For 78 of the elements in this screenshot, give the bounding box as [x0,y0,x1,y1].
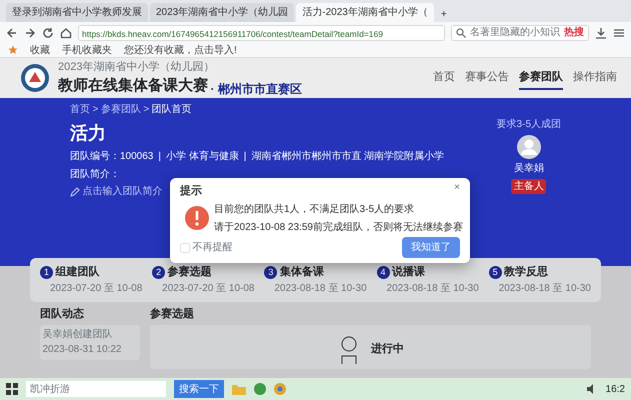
browser-tab[interactable]: 活力-2023年湖南省中小学（ [296,3,434,22]
remind-checkbox[interactable] [180,242,190,252]
activity-text: 吴幸娟创建团队 [42,328,114,342]
meta-separator: | [158,150,161,164]
team-meta: 湖南省郴州市郴州市市直 湖南学院附属小学 [251,150,444,164]
checkbox-label: 不再提醒 [192,241,232,255]
region-label: · 郴州市市直赛区 [210,80,302,98]
status-text: 进行中 [371,342,404,357]
requirement-text: 要求3-5人成团 [496,118,561,132]
menu-icon[interactable] [613,26,625,38]
taskbar-search-field[interactable]: 凯冲折游 [26,381,166,397]
breadcrumb-separator: > [143,103,150,117]
meta-separator: | [244,150,246,164]
nav-link[interactable]: 操作指南 [573,66,617,90]
nav-link[interactable]: 首页 [433,66,455,90]
taskbar-search-button[interactable]: 搜索一下 [174,380,224,398]
intro-input-link[interactable]: 点击输入团队简介 [82,184,162,199]
search-field[interactable]: 名著里隐藏的小知识 热搜 [451,24,589,40]
edit-icon [70,186,80,196]
back-icon[interactable] [6,26,18,38]
search-placeholder: 名著里隐藏的小知识 [470,26,560,40]
start-icon[interactable] [6,383,18,395]
browser-tab[interactable]: 2023年湖南省中小学（幼儿园 [150,3,294,22]
section-title: 参赛选题 [150,306,195,322]
step-dates: 2023-08-18 至 10-30 [386,282,479,296]
breadcrumb-current: 团队首页 [152,103,192,117]
team-meta: 团队编号：100063 [70,150,154,164]
step-label: 集体备课 [280,264,324,280]
search-icon [456,28,466,38]
dialog-message: 目前您的团队共1人，不满足团队3-5人的要求 [214,202,416,217]
step-number: 3 [264,266,278,279]
star-icon [8,45,18,55]
site-subtitle: 2023年湖南省中小学（幼儿园） [58,60,216,74]
reload-icon[interactable] [42,26,54,38]
browser-tab[interactable]: 登录到湖南省中小学教师发展 [6,3,148,22]
nav-link[interactable]: 参赛团队 [519,66,563,90]
intro-label: 团队简介： [70,168,120,182]
team-meta: 小学 体育与健康 [166,150,239,164]
step-label: 教学反思 [504,264,548,280]
site-title: 教师在线集体备课大赛 [58,76,208,96]
step-dates: 2023-07-20 至 10-08 [49,282,142,296]
taskbar-clock: 16:2 [606,382,625,396]
bookmark-item[interactable]: 手机收藏夹 [62,42,112,58]
step-number: 4 [376,266,390,279]
team-name: 活力 [70,122,106,144]
confirm-button[interactable]: 我知道了 [402,237,460,258]
dialog-title: 提示 [180,184,202,199]
member-name: 吴幸娟 [514,162,544,176]
nav-link[interactable]: 赛事公告 [465,66,509,90]
hot-search-link[interactable]: 热搜 [564,25,584,40]
logo-icon [20,63,50,93]
activity-time: 2023-08-31 10:22 [42,343,122,357]
step-label: 说播课 [392,264,426,280]
download-icon[interactable] [595,26,607,38]
warning-icon [185,206,209,230]
step-number: 5 [488,266,502,279]
step-number: 2 [152,266,166,279]
step-label: 组建团队 [56,264,100,280]
breadcrumb-link[interactable]: 参赛团队 [100,102,141,117]
home-icon[interactable] [60,26,72,38]
avatar-icon [516,134,541,158]
bookmark-item[interactable]: 收藏 [30,42,50,58]
bookmark-item[interactable]: 您还没有收藏，点击导入! [124,42,237,58]
step-number: 1 [40,266,53,279]
step-label: 参赛选题 [168,264,212,280]
breadcrumb-link[interactable]: 首页 [70,102,90,117]
new-tab-button[interactable]: + [436,7,452,22]
step-dates: 2023-08-18 至 10-30 [273,282,367,296]
close-button[interactable]: × [454,183,460,200]
dialog-message: 请于2023-10-08 23:59前完成组队，否则将无法继续参赛 [214,220,463,234]
breadcrumb-separator: > [92,103,98,117]
taskbar-search-text: 凯冲折游 [30,382,70,396]
step-dates: 2023-07-20 至 10-08 [161,282,254,296]
forward-icon[interactable] [24,26,36,38]
section-title: 团队动态 [40,306,85,322]
step-dates: 2023-08-18 至 10-30 [498,282,591,296]
url-field[interactable]: https://bkds.hneav.com/1674965412156911706/contest/teamDetail?teamId=169 [78,24,445,40]
role-tag: 主备人 [511,178,546,194]
